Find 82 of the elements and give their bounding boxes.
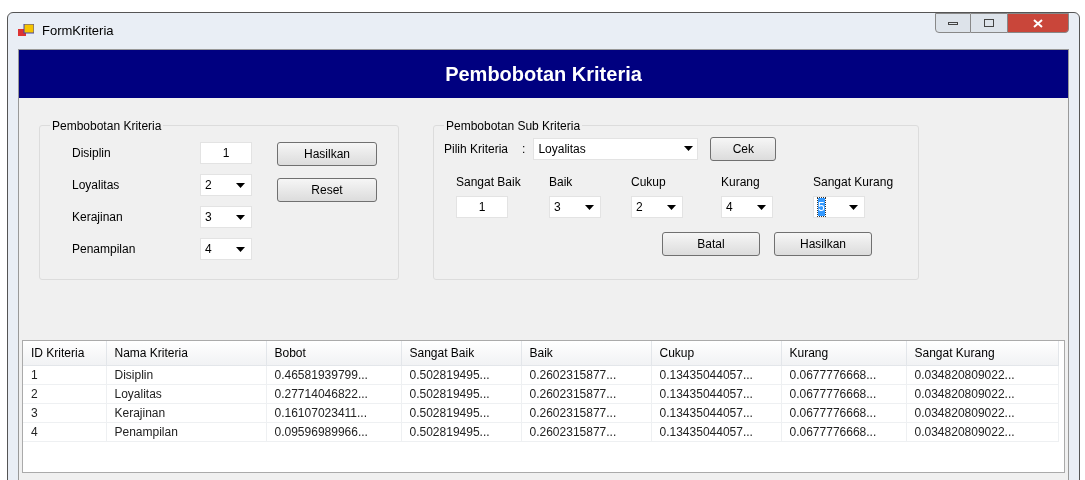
dropdown[interactable]: 2 bbox=[200, 174, 252, 196]
table-cell: 0.16107023411... bbox=[266, 403, 401, 422]
table-cell: 0.502819495... bbox=[401, 403, 521, 422]
maximize-icon bbox=[984, 19, 994, 27]
field-label: Penampilan bbox=[72, 241, 137, 258]
field-label: Kurang bbox=[721, 174, 761, 191]
table-cell: Disiplin bbox=[106, 365, 266, 384]
column-header[interactable]: Sangat Kurang bbox=[906, 341, 1058, 365]
column-header[interactable]: Nama Kriteria bbox=[106, 341, 266, 365]
table-cell: 0.0677776668... bbox=[781, 422, 906, 441]
close-button[interactable] bbox=[1007, 13, 1069, 33]
field-label: Disiplin bbox=[72, 145, 112, 162]
text-field[interactable]: 1 bbox=[200, 142, 252, 164]
table-cell: 0.2602315877... bbox=[521, 384, 651, 403]
table-cell: 0.0677776668... bbox=[781, 365, 906, 384]
column-header[interactable]: ID Kriteria bbox=[23, 341, 106, 365]
table-cell: 0.13435044057... bbox=[651, 365, 781, 384]
text-field[interactable]: 1 bbox=[456, 196, 508, 218]
table-cell: 0.0677776668... bbox=[781, 403, 906, 422]
dropdown[interactable]: 3 bbox=[549, 196, 601, 218]
dropdown[interactable]: 2 bbox=[631, 196, 683, 218]
column-header[interactable]: Sangat Baik bbox=[401, 341, 521, 365]
caret-icon bbox=[585, 204, 594, 210]
table-cell: 0.502819495... bbox=[401, 422, 521, 441]
push-button[interactable]: Hasilkan bbox=[277, 142, 377, 166]
table-cell: 2 bbox=[23, 384, 106, 403]
minimize-button[interactable] bbox=[935, 13, 971, 33]
table-cell: Kerajinan bbox=[106, 403, 266, 422]
caret-icon bbox=[684, 146, 694, 151]
push-button[interactable]: Hasilkan bbox=[774, 232, 872, 256]
table-cell: Loyalitas bbox=[106, 384, 266, 403]
caret-icon bbox=[667, 204, 676, 210]
dropdown[interactable]: 4 bbox=[200, 238, 252, 260]
table-cell: 0.46581939799... bbox=[266, 365, 401, 384]
table-cell: 0.034820809022... bbox=[906, 384, 1058, 403]
table-cell: 0.502819495... bbox=[401, 384, 521, 403]
table-cell: 0.034820809022... bbox=[906, 403, 1058, 422]
maximize-button[interactable] bbox=[971, 13, 1007, 33]
field-label: Sangat Baik bbox=[456, 174, 522, 191]
caret-icon bbox=[236, 246, 245, 252]
table-cell: 4 bbox=[23, 422, 106, 441]
separator-text: : bbox=[522, 140, 526, 158]
push-button[interactable]: Reset bbox=[277, 178, 377, 202]
column-header[interactable]: Baik bbox=[521, 341, 651, 365]
column-header[interactable]: Cukup bbox=[651, 341, 781, 365]
table-cell: Penampilan bbox=[106, 422, 266, 441]
column-header[interactable]: Kurang bbox=[781, 341, 906, 365]
dropdown[interactable]: 4 bbox=[721, 196, 773, 218]
table-cell: 0.2602315877... bbox=[521, 403, 651, 422]
table-cell: 0.0677776668... bbox=[781, 384, 906, 403]
caret-icon bbox=[236, 182, 245, 188]
table-cell: 0.502819495... bbox=[401, 365, 521, 384]
table-cell: 0.034820809022... bbox=[906, 422, 1058, 441]
table-cell: 3 bbox=[23, 403, 106, 422]
table-cell: 0.034820809022... bbox=[906, 365, 1058, 384]
caret-icon bbox=[757, 204, 766, 210]
field-label: Baik bbox=[549, 174, 574, 191]
table-cell: 0.13435044057... bbox=[651, 384, 781, 403]
field-label: Loyalitas bbox=[72, 177, 121, 194]
dropdown[interactable]: 3 bbox=[200, 206, 252, 228]
table-cell: 0.27714046822... bbox=[266, 384, 401, 403]
table-cell: 0.2602315877... bbox=[521, 365, 651, 384]
table-cell: 0.2602315877... bbox=[521, 422, 651, 441]
table-cell: 1 bbox=[23, 365, 106, 384]
minimize-icon bbox=[948, 21, 958, 25]
table-cell: 0.13435044057... bbox=[651, 422, 781, 441]
header-banner: Pembobotan Kriteria bbox=[19, 50, 1068, 98]
field-label: Pilih Kriteria bbox=[444, 140, 509, 158]
push-button[interactable]: Cek bbox=[710, 137, 777, 161]
caret-icon bbox=[849, 204, 858, 210]
close-icon bbox=[1033, 18, 1043, 28]
field-label: Sangat Kurang bbox=[813, 174, 895, 191]
field-label: Kerajinan bbox=[72, 209, 124, 226]
caret-icon bbox=[236, 214, 245, 220]
column-header[interactable]: Bobot bbox=[266, 341, 401, 365]
table-cell: 0.13435044057... bbox=[651, 403, 781, 422]
window-title: FormKriteria bbox=[42, 22, 114, 41]
dropdown[interactable]: Loyalitas bbox=[533, 137, 699, 160]
push-button[interactable]: Batal bbox=[662, 232, 760, 256]
table-cell: 0.09596989966... bbox=[266, 422, 401, 441]
form-icon bbox=[18, 24, 34, 38]
field-label: Cukup bbox=[631, 174, 667, 191]
